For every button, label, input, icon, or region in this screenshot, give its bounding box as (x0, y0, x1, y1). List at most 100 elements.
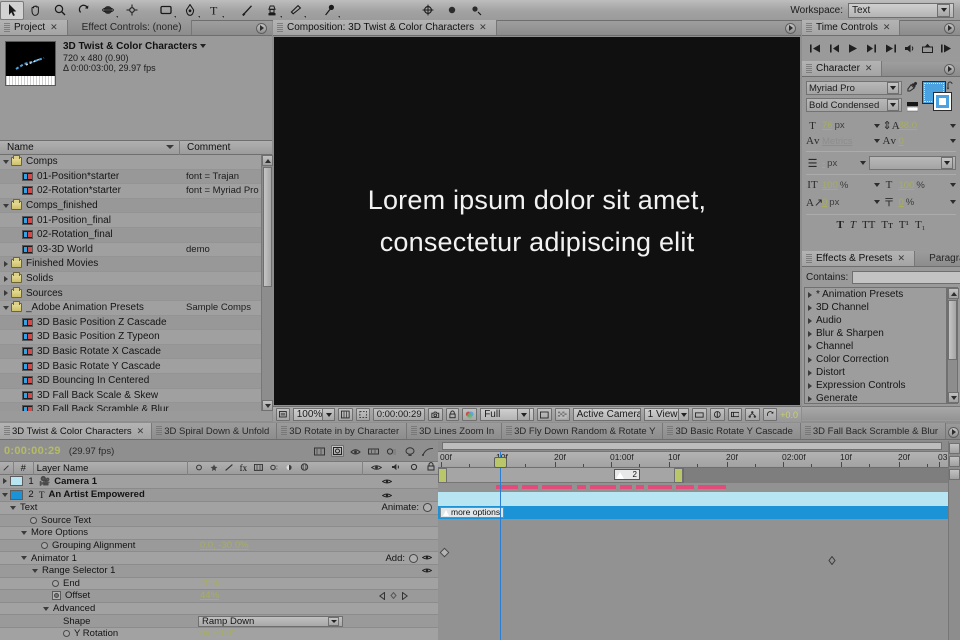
tab-effect-controls[interactable]: Effect Controls: (none) (68, 20, 192, 35)
region-of-interest-icon[interactable] (356, 408, 371, 421)
show-snapshot-icon[interactable] (446, 408, 459, 421)
eyedropper-icon[interactable] (907, 81, 918, 97)
stroke-color-swatch[interactable] (933, 92, 952, 111)
play-button[interactable] (846, 43, 859, 57)
enable-frame-blending-icon[interactable] (367, 445, 380, 457)
italic-button[interactable]: T (850, 219, 856, 231)
zoom-dropdown[interactable]: 100% (293, 408, 335, 421)
project-item-list[interactable]: Comps01-Position*starterfont = Trajan02-… (0, 155, 272, 411)
text-layer-bar[interactable]: more options (438, 506, 948, 520)
timeline-tab-3[interactable]: 3D Lines Zoom In (407, 423, 502, 439)
timeline-property-row[interactable]: More Options (0, 527, 438, 540)
pan-behind-tool[interactable] (120, 1, 144, 20)
keyframe-navigator[interactable] (379, 592, 408, 600)
twirl-icon[interactable] (808, 292, 812, 298)
scrollbar-thumb[interactable] (263, 167, 272, 287)
enable-motion-blur-icon[interactable] (385, 445, 398, 457)
effects-category-row[interactable]: Expression Controls (805, 379, 946, 392)
twirl-icon[interactable] (808, 370, 812, 376)
previous-frame-button[interactable] (828, 43, 841, 57)
subscript-button[interactable]: T₁ (915, 219, 926, 231)
scroll-thumb-icon[interactable] (949, 443, 960, 454)
column-header-comment[interactable]: Comment (180, 140, 272, 155)
effects-category-row[interactable]: * Animation Presets (805, 288, 946, 301)
hide-shy-layers-icon[interactable] (349, 445, 362, 457)
hand-tool[interactable] (24, 1, 48, 20)
range-selector-visibility[interactable] (422, 567, 432, 574)
track-xy-camera-tool[interactable] (440, 1, 464, 20)
font-size-field[interactable]: 76 px (822, 120, 880, 131)
twirl-icon[interactable] (43, 607, 49, 611)
project-list-item[interactable]: Comps_finished (0, 199, 272, 214)
twirl-icon[interactable] (21, 531, 27, 535)
scroll-down-button[interactable] (262, 400, 273, 411)
timeline-tab-5[interactable]: 3D Basic Rotate Y Cascade (663, 423, 800, 439)
chevron-down-icon[interactable] (860, 161, 866, 165)
track-z-camera-tool[interactable] (464, 1, 488, 20)
effects-category-row[interactable]: Color Correction (805, 353, 946, 366)
keyframe-diamond[interactable] (440, 548, 450, 558)
close-icon[interactable]: ✕ (50, 22, 58, 33)
leading-field[interactable]: 88.0 (899, 120, 957, 131)
timeline-tab-0[interactable]: 3D Twist & Color Characters✕ (0, 423, 152, 439)
scroll-down-button[interactable] (948, 392, 959, 403)
property-action[interactable]: Animate: (382, 502, 433, 513)
draft-3d-icon[interactable] (331, 445, 344, 457)
always-preview-icon[interactable] (276, 408, 290, 421)
tab-effects-presets[interactable]: Effects & Presets ✕ (802, 251, 915, 266)
project-panel-menu[interactable] (250, 21, 272, 35)
timeline-property-row[interactable]: Source Text (0, 515, 438, 528)
project-list-item[interactable]: 3D Basic Rotate Y Cascade (0, 359, 272, 374)
effects-category-row[interactable]: 3D Channel (805, 301, 946, 314)
all-caps-button[interactable]: TT (862, 219, 875, 231)
timeline-layer-row[interactable]: 1🎥Camera 1 (0, 475, 438, 489)
timeline-property-row[interactable]: Advanced (0, 603, 438, 616)
close-icon[interactable]: ✕ (898, 253, 906, 264)
composition-panel-menu[interactable] (779, 21, 801, 35)
current-time-indicator[interactable] (500, 452, 501, 640)
twirl-icon[interactable] (0, 160, 11, 164)
character-panel-menu[interactable] (938, 62, 960, 76)
project-list-item[interactable]: Solids (0, 272, 272, 287)
timeline-property-row[interactable]: Range Selector 1 (0, 565, 438, 578)
scroll-up-button[interactable] (262, 155, 273, 166)
grid-guides-icon[interactable] (338, 408, 353, 421)
zoom-tool[interactable] (48, 1, 72, 20)
project-list-item[interactable]: Finished Movies (0, 257, 272, 272)
timeline-property-row[interactable]: TextAnimate: (0, 502, 438, 515)
twirl-icon[interactable] (808, 396, 812, 402)
project-list-item[interactable]: 3D Basic Rotate X Cascade (0, 345, 272, 360)
column-header-name[interactable]: Name (0, 140, 180, 155)
timeline-timecode[interactable]: 0:00:00:29 (4, 445, 61, 457)
zoom-out-icon[interactable] (949, 456, 960, 467)
composition-timecode[interactable]: 0:00:00:29 (373, 408, 425, 421)
eraser-tool[interactable] (284, 1, 308, 20)
baseline-shift-field[interactable]: 0 px (822, 197, 880, 208)
reset-exposure-icon[interactable] (763, 408, 778, 421)
twirl-icon[interactable] (808, 305, 812, 311)
close-icon[interactable]: ✕ (137, 426, 145, 437)
scroll-up-button[interactable] (948, 288, 959, 299)
exposure-value[interactable]: +0.0 (780, 410, 798, 420)
layer-color-swatch[interactable] (10, 476, 23, 486)
eye-icon[interactable] (382, 491, 392, 499)
resolution-dropdown[interactable]: Full (480, 408, 534, 421)
bold-button[interactable]: T (836, 219, 843, 231)
project-list-item[interactable]: Comps (0, 155, 272, 170)
brush-tool[interactable] (236, 1, 260, 20)
take-snapshot-icon[interactable] (428, 408, 443, 421)
region-of-interest-toggle[interactable] (537, 408, 552, 421)
scrollbar-thumb[interactable] (948, 300, 957, 360)
timeline-ruler[interactable]: 00f10f20f01:00f10f20f02:00f10f20f03:0 (438, 452, 948, 468)
property-value[interactable]: 20% (200, 578, 219, 589)
timeline-property-row[interactable]: Offset44% (0, 590, 438, 603)
eye-icon[interactable] (422, 553, 432, 564)
chevron-down-icon[interactable] (200, 44, 206, 48)
action-menu-icon[interactable] (409, 554, 418, 563)
stroke-style-dropdown[interactable] (869, 156, 956, 170)
project-list-item[interactable]: 02-Rotation*starterfont = Myriad Pro (0, 184, 272, 199)
selection-tool[interactable] (0, 1, 24, 20)
font-family-dropdown[interactable]: Myriad Pro (806, 81, 902, 95)
twirl-icon[interactable] (0, 306, 11, 310)
unified-camera-tool[interactable] (416, 1, 440, 20)
